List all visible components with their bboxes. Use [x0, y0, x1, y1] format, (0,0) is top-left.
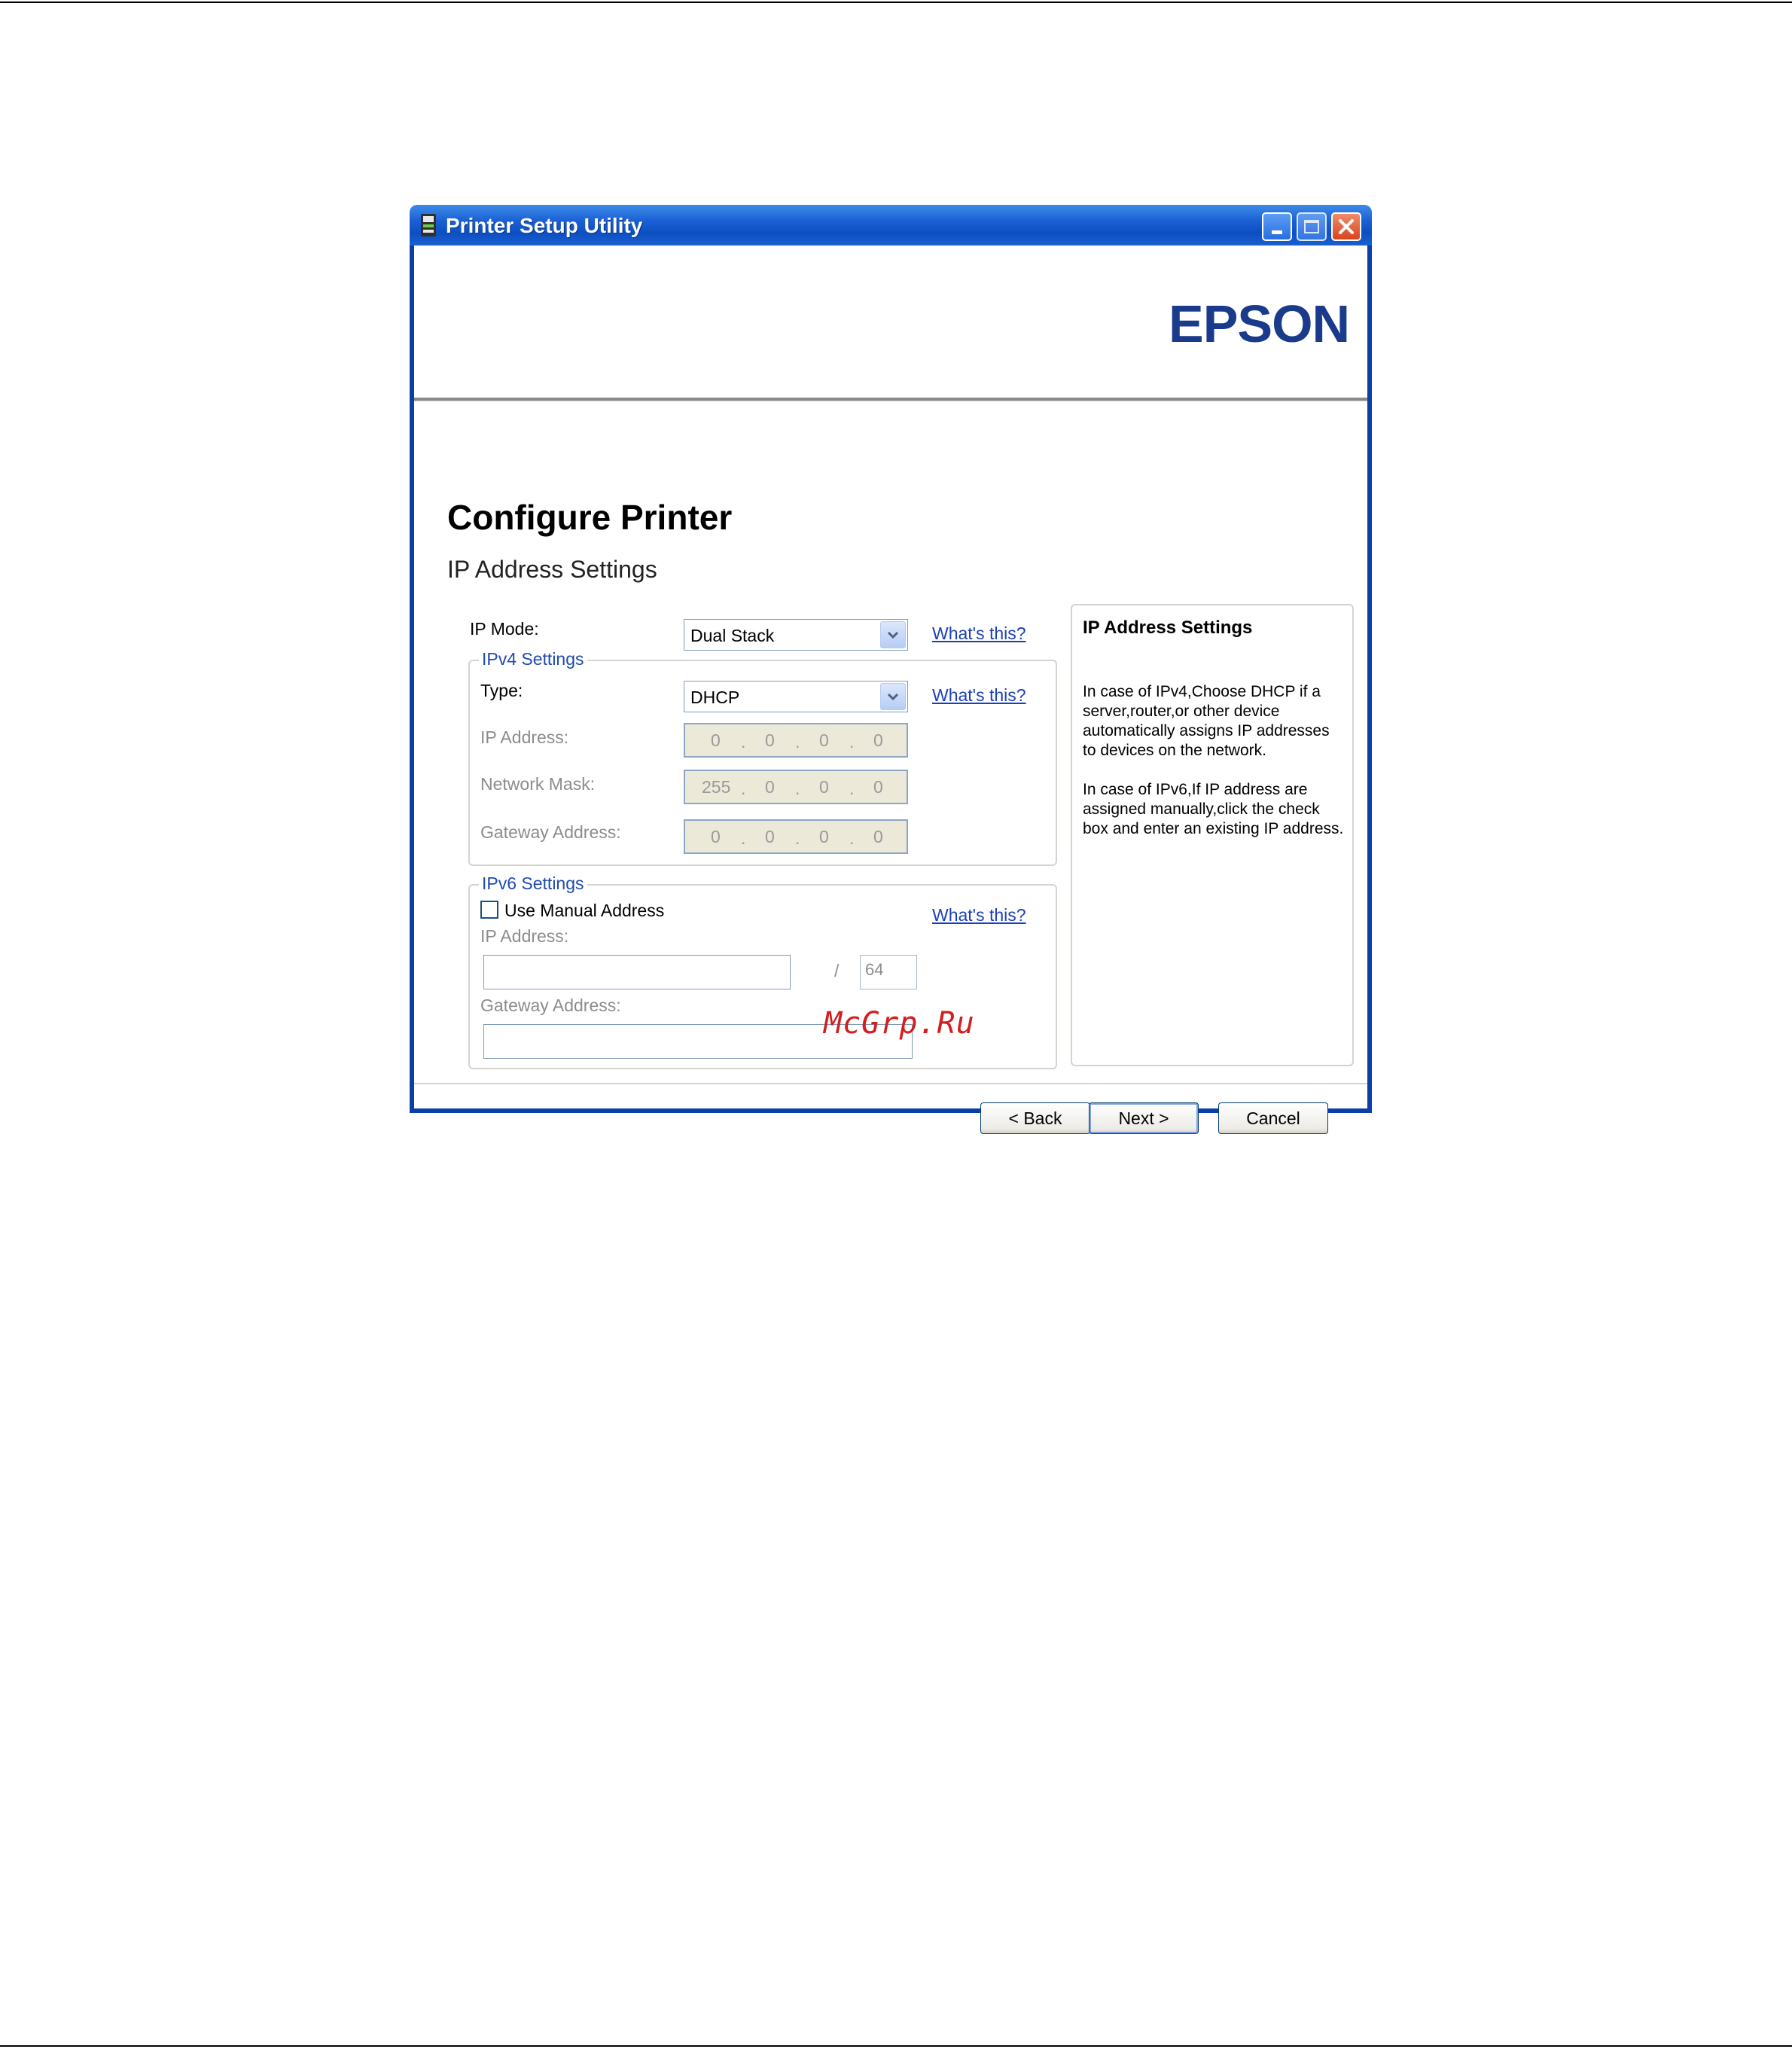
ipv4-gateway-field: 0 . 0 . 0 . 0 [684, 819, 908, 854]
maximize-icon [1304, 220, 1319, 233]
ipv4-type-select[interactable]: DHCP [684, 681, 908, 712]
help-info-ipv6-text: In case of IPv6,If IP address are assign… [1083, 781, 1344, 837]
ip-mode-label: IP Mode: [470, 619, 539, 639]
ip-dot: . [741, 779, 746, 798]
ipv6-gateway-label: Gateway Address: [480, 996, 621, 1015]
close-icon [1339, 219, 1354, 234]
chevron-down-icon[interactable] [880, 683, 906, 710]
ipv4-type-label: Type: [480, 681, 523, 700]
next-button[interactable]: Next > [1089, 1102, 1199, 1134]
ipv4-settings-legend: IPv4 Settings [479, 649, 587, 669]
help-info-ipv4-text: In case of IPv4,Choose DHCP if a server,… [1083, 683, 1330, 759]
use-manual-address-label[interactable]: Use Manual Address [504, 901, 664, 921]
ip-mode-help-link[interactable]: What's this? [932, 624, 1026, 644]
epson-logo: EPSON [1169, 294, 1350, 353]
close-button[interactable] [1331, 212, 1361, 241]
maximize-button[interactable] [1297, 212, 1327, 241]
page-top-rule [0, 2, 1792, 3]
ipv4-ip-address-field: 0 . 0 . 0 . 0 [684, 723, 908, 758]
page-subtitle: IP Address Settings [447, 556, 657, 583]
mask-octet-4: 0 [873, 777, 883, 797]
help-info-panel: IP Address Settings In case of IPv4,Choo… [1071, 604, 1354, 1066]
ip-dot: . [741, 732, 746, 752]
prefix-separator: / [834, 961, 840, 980]
ipv4-type-value: DHCP [690, 688, 740, 707]
ip-dot: . [795, 732, 800, 752]
window-title: Printer Setup Utility [446, 214, 643, 237]
minimize-icon [1272, 230, 1282, 234]
chevron-down-icon[interactable] [880, 621, 906, 648]
ipv4-type-help-link[interactable]: What's this? [932, 685, 1026, 706]
mask-octet-2: 0 [765, 777, 775, 797]
page-title: Configure Printer [447, 498, 733, 537]
cancel-button[interactable]: Cancel [1218, 1102, 1328, 1134]
help-info-title: IP Address Settings [1083, 617, 1253, 638]
footer-divider [414, 1083, 1367, 1084]
ipv4-ip-address-label: IP Address: [480, 727, 569, 747]
gateway-octet-4: 0 [873, 827, 883, 846]
printer-setup-window: Printer Setup Utility EPSON Configure Pr… [410, 205, 1372, 1134]
mask-octet-1: 255 [702, 777, 731, 797]
ipv4-network-mask-label: Network Mask: [480, 774, 596, 794]
gateway-octet-2: 0 [765, 827, 775, 846]
ip-octet-4: 0 [873, 730, 883, 750]
header-banner: EPSON [414, 245, 1367, 399]
ipv6-ip-address-label: IP Address: [480, 926, 569, 946]
printer-utility-icon [421, 214, 436, 236]
ip-mode-select[interactable]: Dual Stack [684, 619, 908, 651]
gateway-octet-3: 0 [819, 827, 829, 846]
ipv6-settings-legend: IPv6 Settings [479, 874, 587, 894]
ip-octet-2: 0 [765, 730, 775, 750]
minimize-button[interactable] [1262, 212, 1292, 241]
window-client-area: EPSON Configure Printer IP Address Setti… [414, 245, 1367, 1134]
back-button[interactable]: < Back [980, 1102, 1090, 1134]
ipv6-prefix-length-input[interactable]: 64 [860, 955, 917, 989]
ipv4-network-mask-field: 255 . 0 . 0 . 0 [684, 770, 908, 804]
ip-dot: . [849, 779, 855, 798]
ip-dot: . [741, 828, 746, 848]
ip-octet-1: 0 [711, 730, 721, 750]
ipv4-gateway-label: Gateway Address: [480, 822, 621, 842]
banner-divider [414, 398, 1367, 401]
ipv6-help-link[interactable]: What's this? [932, 905, 1026, 925]
gateway-octet-1: 0 [711, 827, 721, 846]
ip-mode-value: Dual Stack [690, 626, 775, 645]
ip-dot: . [795, 828, 800, 848]
page-bottom-rule [0, 2045, 1792, 2047]
ip-dot: . [795, 779, 800, 798]
mask-octet-3: 0 [819, 777, 829, 797]
ipv6-prefix-length-value: 64 [865, 960, 884, 979]
ipv6-ip-address-input[interactable] [483, 955, 791, 989]
ip-dot: . [849, 732, 855, 752]
title-bar[interactable]: Printer Setup Utility [410, 205, 1372, 245]
ip-octet-3: 0 [819, 730, 829, 750]
watermark-text: McGrp.Ru [824, 1006, 975, 1041]
ip-dot: . [849, 828, 855, 848]
use-manual-address-checkbox[interactable] [480, 901, 498, 919]
